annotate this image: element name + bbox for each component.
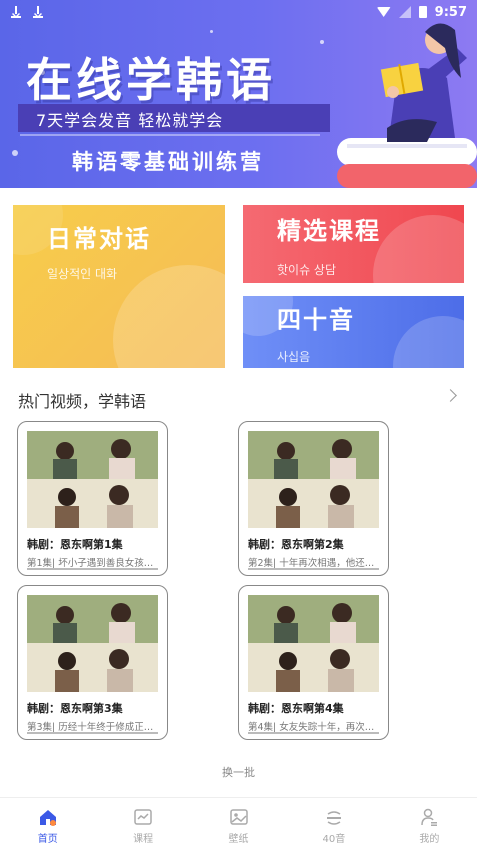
chevron-right-icon[interactable] [444,389,457,402]
wallpaper-icon [229,809,248,825]
video-title: 韩剧：恩东啊第1集 [27,538,123,551]
nav-label: 壁纸 [228,834,249,845]
video-description: 第2集| 十年再次相遇，他还是那个… [248,558,379,569]
bottom-nav: 首页 课程 壁纸 40音 我的 [0,797,477,848]
category-card-daily-conversation[interactable]: 日常对话 일상적인 대화 [13,205,225,368]
banner-title: 在线学韩语 [26,53,276,107]
reading-girl-illustration [337,23,477,188]
course-icon [134,809,152,825]
battery-icon [418,6,427,18]
forty-sounds-icon [326,811,341,825]
category-title: 四十音 [277,306,355,334]
banner-subtitle: 7天学会发音 轻松就学会 [36,111,224,130]
home-icon [39,810,56,826]
video-thumbnail [248,431,379,528]
category-title: 日常对话 [47,225,151,253]
category-card-forty-sounds[interactable]: 四十音 사십음 [243,296,464,368]
card-decoration [373,215,464,283]
download-icon [32,6,44,18]
clock-time: 9:57 [434,4,467,20]
nav-item-forty-sounds[interactable]: 40音 [286,798,381,848]
video-card[interactable]: 韩剧：恩东啊第4集 第4集| 女友失踪十年，再次相见却以 [238,585,389,740]
category-subtitle: 일상적인 대화 [47,267,118,281]
signal-icon [398,6,411,18]
video-title: 韩剧：恩东啊第4集 [248,702,344,715]
video-title: 韩剧：恩东啊第3集 [27,702,123,715]
wifi-icon [376,7,391,17]
divider [27,568,158,570]
category-subtitle: 핫이슈 상담 [277,263,337,277]
nav-label: 我的 [419,834,440,845]
nav-item-course[interactable]: 课程 [95,798,190,848]
banner-sparkle [12,150,18,156]
nav-item-wallpaper[interactable]: 壁纸 [191,798,286,848]
card-decoration [393,316,464,368]
category-subtitle: 사십음 [277,350,311,364]
divider [27,732,158,734]
video-card[interactable]: 韩剧：恩东啊第3集 第3集| 历经十年终于修成正果，可 [17,585,168,740]
video-thumbnail [27,595,158,692]
video-thumbnail [248,595,379,692]
video-thumbnail [27,431,158,528]
refresh-batch-button[interactable]: 换一批 [0,764,477,780]
category-title: 精选课程 [277,217,381,245]
video-description: 第1集| 坏小子遇到善良女孩，改变 [27,558,158,569]
video-description: 第3集| 历经十年终于修成正果，可 [27,722,158,733]
profile-icon [421,808,438,826]
divider [248,732,379,734]
nav-label: 40音 [322,834,346,845]
nav-label: 首页 [37,834,58,845]
nav-item-home[interactable]: 首页 [0,798,95,848]
download-icon [10,6,22,18]
card-decoration [113,265,225,368]
section-title: 热门视频，学韩语 [18,392,147,411]
nav-label: 课程 [133,834,154,845]
banner[interactable]: 9:57 在线学韩语 7天学会发音 轻松就学会 韩语零基础训练营 [0,0,477,188]
banner-subtitle-box: 7天学会发音 轻松就学会 [18,104,330,132]
category-card-selected-courses[interactable]: 精选课程 핫이슈 상담 [243,205,464,283]
nav-item-profile[interactable]: 我的 [382,798,477,848]
banner-camp-label: 韩语零基础训练营 [72,150,264,174]
divider [248,568,379,570]
video-description: 第4集| 女友失踪十年，再次相见却以 [248,722,379,733]
banner-sparkle [320,40,324,44]
video-title: 韩剧：恩东啊第2集 [248,538,344,551]
banner-divider [20,134,320,136]
status-bar: 9:57 [0,0,477,24]
video-card[interactable]: 韩剧：恩东啊第2集 第2集| 十年再次相遇，他还是那个… [238,421,389,576]
video-card[interactable]: 韩剧：恩东啊第1集 第1集| 坏小子遇到善良女孩，改变 [17,421,168,576]
banner-sparkle [210,30,213,33]
